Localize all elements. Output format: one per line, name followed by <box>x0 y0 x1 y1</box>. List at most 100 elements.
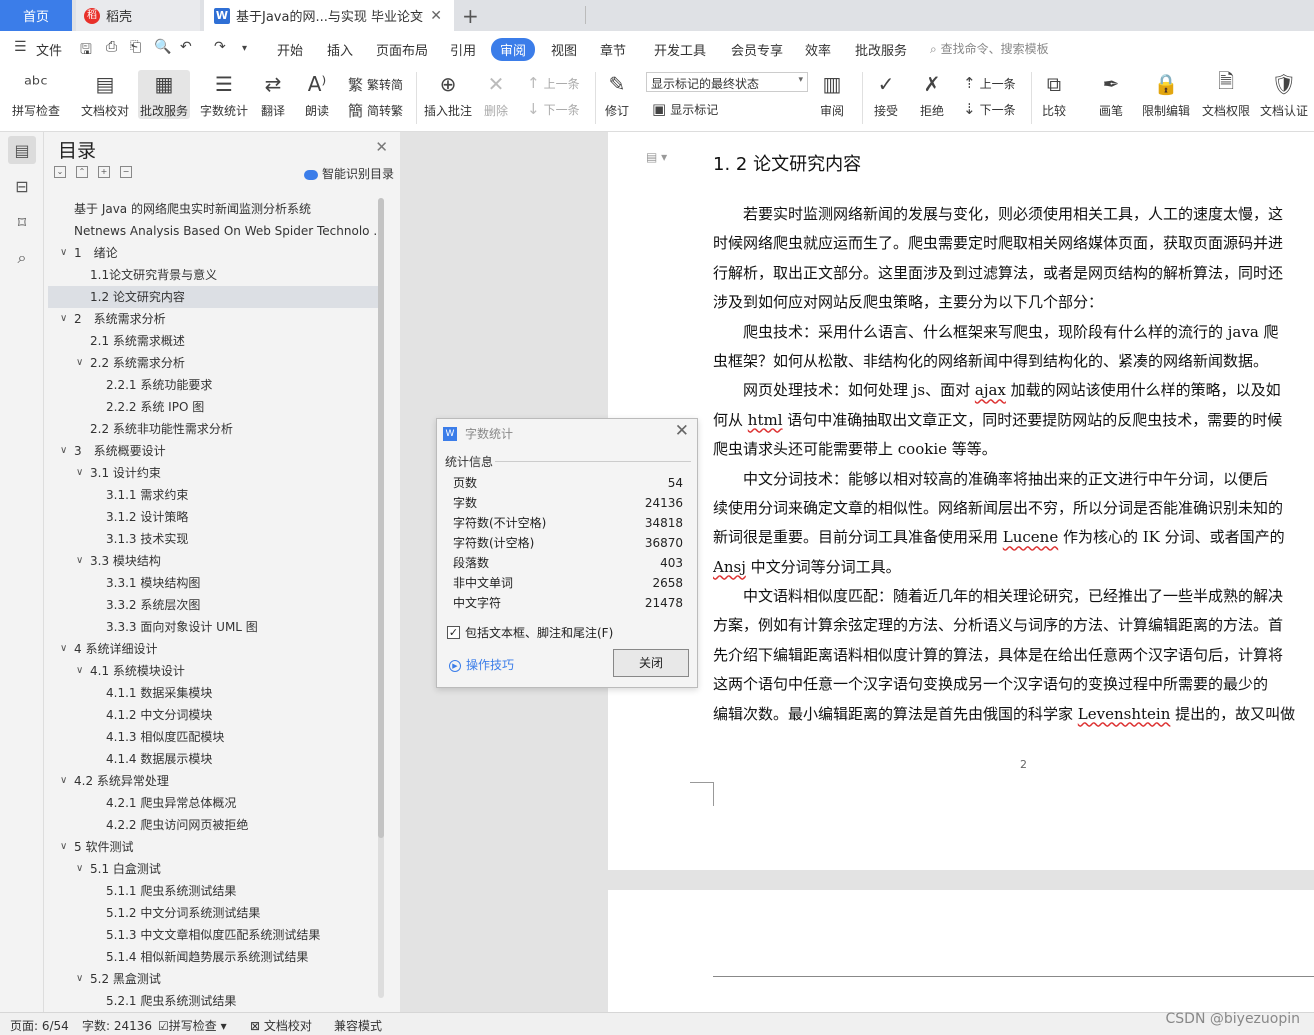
chevron-down-icon[interactable]: ∨ <box>60 836 67 858</box>
toc-item[interactable]: 1.1论文研究背景与意义 <box>48 264 378 286</box>
accept-button[interactable]: ✓ 接受 <box>872 70 900 119</box>
bookmark-icon[interactable]: ⌑ <box>8 208 36 236</box>
toc-item[interactable]: ∨ 3.1 设计约束 <box>48 462 378 484</box>
prev-comment-button[interactable]: ↑ 上一条 <box>527 74 580 92</box>
document-certify-button[interactable]: 🛡 文档认证 <box>1260 70 1308 119</box>
toc-item[interactable]: 2.2 系统非功能性需求分析 <box>48 418 378 440</box>
toc-item[interactable]: 3.1.1 需求约束 <box>48 484 378 506</box>
toc-item[interactable]: 3.3.2 系统层次图 <box>48 594 378 616</box>
more-icon[interactable]: ▾ <box>242 43 247 54</box>
toc-item[interactable]: ∨ 4.2 系统异常处理 <box>48 770 378 792</box>
menu-insert[interactable]: 插入 <box>327 40 353 59</box>
prev-change-button[interactable]: ⇡ 上一条 <box>963 74 1016 92</box>
smart-toc-button[interactable]: 智能识别目录 <box>303 165 394 182</box>
redo-icon[interactable]: ↷ <box>214 39 226 55</box>
page-indicator[interactable]: 页面: 6/54 <box>10 1017 69 1034</box>
menu-grading[interactable]: 批改服务 <box>855 40 907 59</box>
menu-reference[interactable]: 引用 <box>450 40 476 59</box>
toc-item[interactable]: ∨ 2 系统需求分析 <box>48 308 378 330</box>
toc-item[interactable]: ∨ 5.1 白盒测试 <box>48 858 378 880</box>
toc-item[interactable]: 5.1.1 爬虫系统测试结果 <box>48 880 378 902</box>
toc-item[interactable]: 5.1.4 相似新闻趋势展示系统测试结果 <box>48 946 378 968</box>
toc-item[interactable]: ∨ 5.2 黑盒测试 <box>48 968 378 990</box>
hamburger-icon[interactable]: ☰ <box>14 39 27 55</box>
undo-icon[interactable]: ↶ <box>180 39 192 55</box>
menu-efficiency[interactable]: 效率 <box>805 40 831 59</box>
toc-item[interactable]: 2.1 系统需求概述 <box>48 330 378 352</box>
close-tab-icon[interactable]: ✕ <box>430 8 442 24</box>
delete-comment-button[interactable]: ✕ 删除 <box>482 70 510 119</box>
preview-icon[interactable]: 🔍 <box>154 39 171 55</box>
expand-all-icon[interactable]: ⌄ <box>54 166 66 178</box>
insert-comment-button[interactable]: ⊕ 插入批注 <box>424 70 472 119</box>
collapse-all-icon[interactable]: ⌃ <box>76 166 88 178</box>
command-search[interactable]: ⌕ 查找命令、搜索模板 <box>930 40 1049 57</box>
toc-item[interactable]: 5.1.3 中文文章相似度匹配系统测试结果 <box>48 924 378 946</box>
toc-item[interactable]: ∨ 1 绪论 <box>48 242 378 264</box>
next-change-button[interactable]: ⇣ 下一条 <box>963 100 1016 118</box>
spell-check-button[interactable]: ᵃᵇᶜ 拼写检查 <box>12 70 60 119</box>
read-aloud-button[interactable]: A⁾ 朗读 <box>303 70 331 119</box>
chevron-down-icon[interactable]: ∨ <box>60 308 67 330</box>
toc-icon[interactable]: ▤ <box>8 136 36 164</box>
chevron-down-icon[interactable]: ∨ <box>60 770 67 792</box>
menu-review[interactable]: 审阅 <box>491 38 536 61</box>
tab-document[interactable]: W 基于Java的网...与实现 毕业论文 ▭ ✕ <box>204 0 454 31</box>
toc-item[interactable]: ∨ 3 系统概要设计 <box>48 440 378 462</box>
chevron-down-icon[interactable]: ∨ <box>60 242 67 264</box>
new-tab-button[interactable]: + <box>462 4 479 28</box>
toc-item[interactable]: 2.2.2 系统 IPO 图 <box>48 396 378 418</box>
review-pane-button[interactable]: ▥ 审阅 <box>818 70 846 119</box>
toc-item[interactable]: 4.1.4 数据展示模块 <box>48 748 378 770</box>
monitor-icon[interactable]: ▭ <box>412 9 422 22</box>
tips-link[interactable]: ▶ 操作技巧 <box>449 656 514 673</box>
menu-view[interactable]: 视图 <box>551 40 577 59</box>
toc-item[interactable]: 5.2.1 爬虫系统测试结果 <box>48 990 378 1012</box>
chevron-down-icon[interactable]: ∨ <box>76 352 83 374</box>
chevron-down-icon[interactable]: ∨ <box>76 660 83 682</box>
menu-chapter[interactable]: 章节 <box>600 40 626 59</box>
toc-item[interactable]: ∨ 4 系统详细设计 <box>48 638 378 660</box>
dialog-title-bar[interactable]: W 字数统计 <box>443 425 513 442</box>
toc-item[interactable]: 基于 Java 的网络爬虫实时新闻监测分析系统 <box>48 198 378 220</box>
toc-item[interactable]: ∨ 5 软件测试 <box>48 836 378 858</box>
toc-item[interactable]: ∨ 3.3 模块结构 <box>48 550 378 572</box>
restrict-edit-button[interactable]: 🔒 限制编辑 <box>1142 70 1190 119</box>
toc-item[interactable]: 5.1.2 中文分词系统测试结果 <box>48 902 378 924</box>
tab-home[interactable]: 首页 <box>0 0 72 31</box>
toc-item[interactable]: 3.1.2 设计策略 <box>48 506 378 528</box>
simp-to-trad-button[interactable]: 簡简转繁 <box>348 100 403 121</box>
word-count-button[interactable]: ☰ 字数统计 <box>200 70 248 119</box>
markup-display-select[interactable]: 显示标记的最终状态 ▾ <box>646 72 808 92</box>
toc-item[interactable]: 4.1.2 中文分词模块 <box>48 704 378 726</box>
chevron-down-icon[interactable]: ∨ <box>76 968 83 990</box>
toc-scrollbar-thumb[interactable] <box>378 198 384 838</box>
tab-daoke[interactable]: 稻稻壳 <box>76 0 200 31</box>
proofread-button[interactable]: ▤ 文档校对 <box>81 70 129 119</box>
trad-to-simp-button[interactable]: 繁繁转简 <box>348 74 403 95</box>
page-menu-icon[interactable]: ▤ ▾ <box>646 150 667 164</box>
toc-item[interactable]: ∨ 4.1 系统模块设计 <box>48 660 378 682</box>
menu-devtools[interactable]: 开发工具 <box>654 40 706 59</box>
close-icon[interactable]: ✕ <box>675 421 689 441</box>
translate-button[interactable]: ⇄ 翻译 <box>259 70 287 119</box>
toc-item[interactable]: 4.1.3 相似度匹配模块 <box>48 726 378 748</box>
pen-button[interactable]: ✒ 画笔 <box>1097 70 1125 119</box>
spell-check-status[interactable]: ☑拼写检查 ▾ <box>158 1017 227 1034</box>
remove-heading-icon[interactable]: − <box>120 166 132 178</box>
toc-item[interactable]: 1.2 论文研究内容 <box>48 286 378 308</box>
toc-scrollbar[interactable] <box>378 198 384 998</box>
next-comment-button[interactable]: ↓ 下一条 <box>527 100 580 118</box>
include-textbox-checkbox[interactable]: ✓ 包括文本框、脚注和尾注(F) <box>447 624 613 641</box>
toc-item[interactable]: ∨ 2.2 系统需求分析 <box>48 352 378 374</box>
reject-button[interactable]: ✗ 拒绝 <box>918 70 946 119</box>
toc-item[interactable]: 3.1.3 技术实现 <box>48 528 378 550</box>
export-icon[interactable]: ⎙ <box>106 39 117 55</box>
show-markup-button[interactable]: ▣ 显示标记 <box>652 100 718 118</box>
close-dialog-button[interactable]: 关闭 <box>613 649 689 677</box>
menu-file[interactable]: 文件 <box>36 40 62 59</box>
toc-item[interactable]: 4.2.2 爬虫访问网页被拒绝 <box>48 814 378 836</box>
toc-item[interactable]: 3.3.3 面向对象设计 UML 图 <box>48 616 378 638</box>
toc-item[interactable]: 4.1.1 数据采集模块 <box>48 682 378 704</box>
print-icon[interactable]: ⎗ <box>130 39 141 55</box>
